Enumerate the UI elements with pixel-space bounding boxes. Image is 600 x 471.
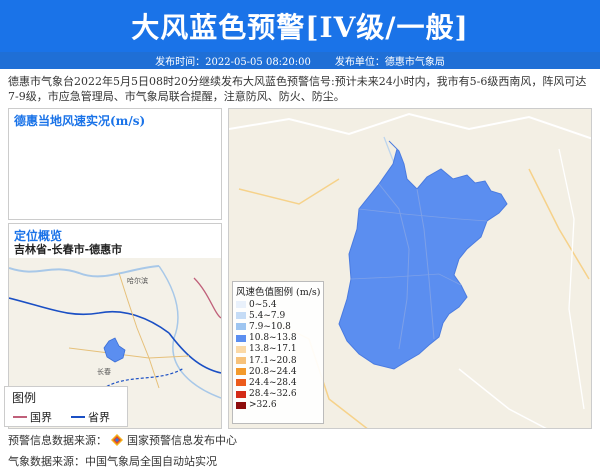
legend-national-border: 国界 xyxy=(13,409,52,425)
wind-legend-item: 20.8~24.4 xyxy=(233,366,323,377)
warning-source-name[interactable]: 国家预警信息发布中心 xyxy=(127,432,237,448)
weather-source-line: 气象数据来源：中国气象局全国自动站实况 xyxy=(8,455,217,468)
wind-legend-item: 28.4~32.6 xyxy=(233,389,323,400)
legend-province-border: 省界 xyxy=(71,409,110,425)
legend-swatch xyxy=(236,345,246,353)
wind-legend-item: 7.9~10.8 xyxy=(233,321,323,332)
wind-speed-color-legend: 风速色值图例 (m/s) 0~5.4 5.4~7.9 7.9~10.8 10.8… xyxy=(232,281,324,424)
wind-legend-item: >32.6 xyxy=(233,400,323,411)
wind-legend-item: 24.4~28.4 xyxy=(233,377,323,388)
warning-description: 德惠市气象台2022年5月5日08时20分继续发布大风蓝色预警信号:预计未来24… xyxy=(8,75,587,103)
location-path: 吉林省-长春市-德惠市 xyxy=(14,243,123,256)
city-label-harbin: 哈尔滨 xyxy=(127,276,148,285)
legend-swatch xyxy=(236,323,246,331)
legend-swatch xyxy=(236,390,246,398)
publish-time: 发布时间：2022-05-05 08:20:00 xyxy=(155,57,311,68)
legend-swatch xyxy=(236,401,246,409)
legend-swatch xyxy=(236,312,246,320)
wind-legend-item: 5.4~7.9 xyxy=(233,310,323,321)
warning-title: 大风蓝色预警[IV级/一般] xyxy=(0,0,600,52)
province-border-line-icon xyxy=(71,416,85,418)
boundary-legend: 图例 国界 省界 xyxy=(4,386,128,427)
legend-swatch xyxy=(236,357,246,365)
legend-swatch xyxy=(236,301,246,309)
publisher: 发布单位：德惠市气象局 xyxy=(334,57,445,68)
wind-legend-title: 风速色值图例 (m/s) xyxy=(236,287,321,298)
publish-info-bar: 发布时间：2022-05-05 08:20:00 发布单位：德惠市气象局 xyxy=(0,52,600,69)
wind-legend-item: 0~5.4 xyxy=(233,299,323,310)
warning-center-logo-icon xyxy=(111,434,123,446)
wind-legend-item: 10.8~13.8 xyxy=(233,333,323,344)
city-label-changchun: 长春 xyxy=(97,367,111,376)
legend-swatch xyxy=(236,379,246,387)
legend-swatch xyxy=(236,334,246,342)
wind-speed-panel: 德惠当地风速实况(m/s) xyxy=(8,108,222,220)
national-border-line-icon xyxy=(13,416,27,418)
wind-panel-title: 德惠当地风速实况(m/s) xyxy=(14,114,146,128)
wind-legend-item: 17.1~20.8 xyxy=(233,355,323,366)
wind-legend-item: 13.8~17.1 xyxy=(233,344,323,355)
boundary-legend-title: 图例 xyxy=(12,391,37,405)
warning-source-line: 预警信息数据来源： 国家预警信息发布中心 xyxy=(8,432,237,448)
legend-swatch xyxy=(236,368,246,376)
